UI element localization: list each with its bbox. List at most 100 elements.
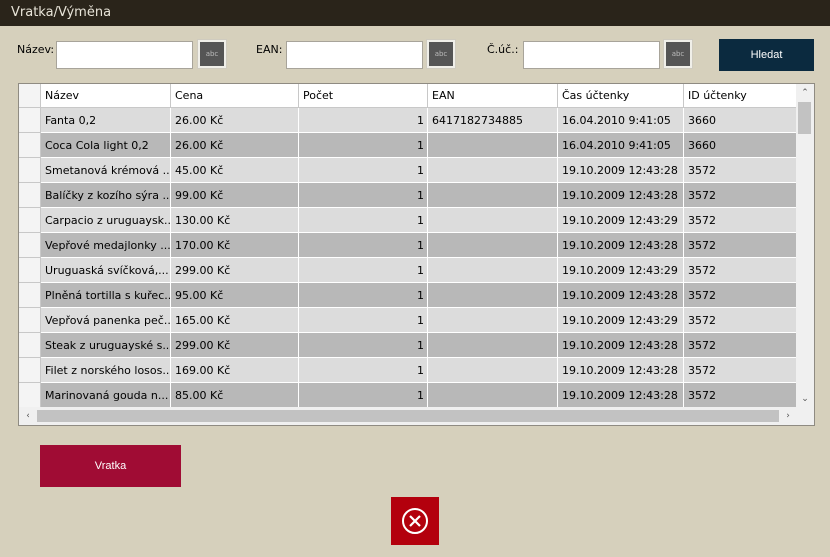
row-header[interactable] (19, 333, 41, 358)
cell-price: 99.00 Kč (171, 183, 299, 208)
close-button[interactable] (391, 497, 439, 545)
scroll-up-icon[interactable]: ⌃ (796, 84, 814, 102)
cell-ean (428, 158, 558, 183)
cell-receipt-time: 19.10.2009 12:43:28 (558, 358, 684, 383)
table-row[interactable]: Vepřová panenka peč... 165.00 Kč 1 19.10.20… (19, 308, 797, 333)
cell-receipt-id: 3572 (684, 233, 797, 258)
cell-price: 95.00 Kč (171, 283, 299, 308)
cell-name: Fanta 0,2 (41, 108, 171, 133)
cell-ean: 6417182734885 (428, 108, 558, 133)
row-header[interactable] (19, 108, 41, 133)
vertical-scroll-thumb[interactable] (798, 102, 811, 134)
scroll-down-icon[interactable]: ⌄ (796, 390, 814, 408)
close-circle-icon (402, 508, 428, 534)
row-header[interactable] (19, 158, 41, 183)
table-row[interactable]: Vepřové medajlonky ... 170.00 Kč 1 19.10.20… (19, 233, 797, 258)
search-button[interactable]: Hledat (719, 39, 814, 71)
cell-price: 299.00 Kč (171, 333, 299, 358)
cell-price: 85.00 Kč (171, 383, 299, 408)
cell-price: 169.00 Kč (171, 358, 299, 383)
cell-receipt-time: 19.10.2009 12:43:29 (558, 208, 684, 233)
table-row[interactable]: Smetanová krémová ... 45.00 Kč 1 19.10.2009… (19, 158, 797, 183)
cell-receipt-id: 3572 (684, 383, 797, 408)
cell-ean (428, 383, 558, 408)
row-header[interactable] (19, 233, 41, 258)
column-header-ean[interactable]: EAN (428, 84, 558, 108)
cell-receipt-id: 3660 (684, 133, 797, 158)
ean-keyboard-button[interactable]: abc (426, 39, 456, 69)
column-header-name[interactable]: Název (41, 84, 171, 108)
cell-receipt-id: 3660 (684, 108, 797, 133)
keyboard-icon: abc (429, 42, 453, 66)
row-header[interactable] (19, 258, 41, 283)
cell-price: 26.00 Kč (171, 133, 299, 158)
horizontal-scroll-thumb[interactable] (37, 410, 779, 422)
cell-ean (428, 283, 558, 308)
cell-name: Marinovaná gouda n... (41, 383, 171, 408)
cell-ean (428, 358, 558, 383)
row-header[interactable] (19, 183, 41, 208)
cell-ean (428, 183, 558, 208)
table-row[interactable]: Steak z uruguayské s... 299.00 Kč 1 19.10.2… (19, 333, 797, 358)
cell-receipt-id: 3572 (684, 358, 797, 383)
cell-receipt-time: 19.10.2009 12:43:28 (558, 183, 684, 208)
cell-receipt-id: 3572 (684, 158, 797, 183)
keyboard-icon: abc (666, 42, 690, 66)
table-row[interactable]: Fanta 0,2 26.00 Kč 1 6417182734885 16.04.201… (19, 108, 797, 133)
receipt-keyboard-button[interactable]: abc (663, 39, 693, 69)
scrollbar-corner (796, 407, 814, 425)
cell-name: Plněná tortilla s kuřec... (41, 283, 171, 308)
column-header-price[interactable]: Cena (171, 84, 299, 108)
row-header[interactable] (19, 133, 41, 158)
cell-receipt-id: 3572 (684, 283, 797, 308)
column-header-count[interactable]: Počet (299, 84, 428, 108)
name-label: Název: (17, 43, 55, 56)
name-input[interactable] (56, 41, 193, 69)
cell-ean (428, 258, 558, 283)
cell-ean (428, 333, 558, 358)
cell-price: 45.00 Kč (171, 158, 299, 183)
row-header-corner (19, 84, 41, 108)
cell-receipt-id: 3572 (684, 183, 797, 208)
row-header[interactable] (19, 308, 41, 333)
column-header-receipt-time[interactable]: Čas účtenky (558, 84, 684, 108)
cell-receipt-time: 19.10.2009 12:43:28 (558, 233, 684, 258)
cell-count: 1 (299, 358, 428, 383)
table-row[interactable]: Uruguaská svíčková,... 299.00 Kč 1 19.10.20… (19, 258, 797, 283)
cell-count: 1 (299, 208, 428, 233)
scroll-right-icon[interactable]: › (779, 407, 797, 425)
table-row[interactable]: Coca Cola light 0,2 26.00 Kč 1 16.04.2010 9… (19, 133, 797, 158)
cell-name: Carpacio z uruguaysk... (41, 208, 171, 233)
row-header[interactable] (19, 283, 41, 308)
cell-receipt-id: 3572 (684, 308, 797, 333)
ean-input[interactable] (286, 41, 423, 69)
table-row[interactable]: Plněná tortilla s kuřec... 95.00 Kč 1 19.10… (19, 283, 797, 308)
row-header[interactable] (19, 383, 41, 408)
name-keyboard-button[interactable]: abc (197, 39, 227, 69)
column-header-receipt-id[interactable]: ID účtenky (684, 84, 797, 108)
cell-count: 1 (299, 233, 428, 258)
horizontal-scrollbar[interactable]: ‹ › (19, 407, 797, 425)
cell-name: Filet z norského losos... (41, 358, 171, 383)
cell-price: 165.00 Kč (171, 308, 299, 333)
cell-count: 1 (299, 158, 428, 183)
cell-receipt-time: 19.10.2009 12:43:28 (558, 383, 684, 408)
table-row[interactable]: Balíčky z kozího sýra ... 99.00 Kč 1 19.10.… (19, 183, 797, 208)
cell-count: 1 (299, 283, 428, 308)
return-button[interactable]: Vratka (40, 445, 181, 487)
table-row[interactable]: Filet z norského losos... 169.00 Kč 1 19.10… (19, 358, 797, 383)
grid-header: Název Cena Počet EAN Čas účtenky ID účte… (19, 84, 797, 108)
table-row[interactable]: Marinovaná gouda n... 85.00 Kč 1 19.10.2009… (19, 383, 797, 408)
cell-name: Smetanová krémová ... (41, 158, 171, 183)
grid-body: Název Cena Počet EAN Čas účtenky ID účte… (19, 84, 797, 408)
row-header[interactable] (19, 358, 41, 383)
vertical-scrollbar[interactable]: ⌃ ⌄ (796, 84, 814, 408)
cell-receipt-id: 3572 (684, 208, 797, 233)
scroll-left-icon[interactable]: ‹ (19, 407, 37, 425)
table-row[interactable]: Carpacio z uruguaysk... 130.00 Kč 1 19.10.2… (19, 208, 797, 233)
receipt-label: Č.úč.: (487, 43, 519, 56)
cell-count: 1 (299, 383, 428, 408)
row-header[interactable] (19, 208, 41, 233)
receipt-input[interactable] (523, 41, 660, 69)
cell-receipt-time: 16.04.2010 9:41:05 (558, 133, 684, 158)
